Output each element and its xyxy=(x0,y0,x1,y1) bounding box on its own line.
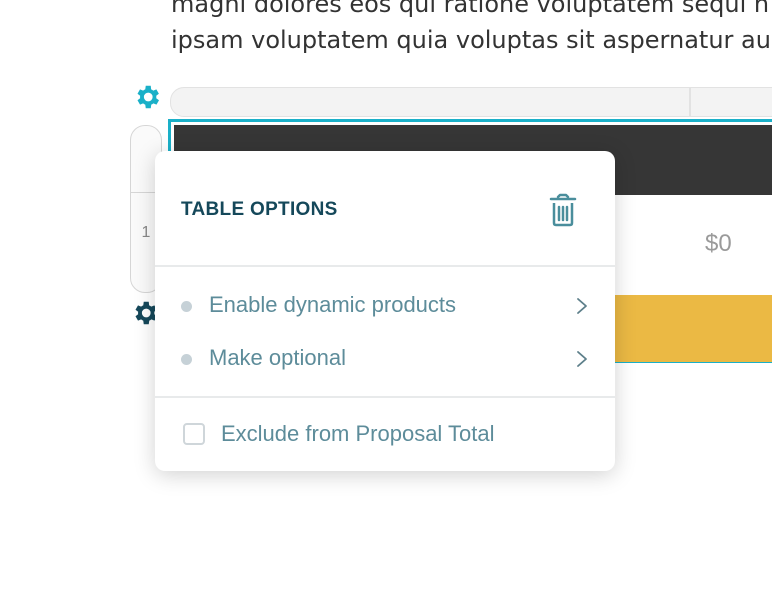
paragraph-line: magni dolores eos qui ratione voluptatem… xyxy=(171,0,770,18)
table-options-popover: TABLE OPTIONS Enable dynamic products Ma… xyxy=(155,151,615,471)
bullet-icon xyxy=(181,301,192,312)
column-header-handle[interactable] xyxy=(690,87,772,117)
exclude-checkbox[interactable] xyxy=(183,423,205,445)
popover-divider xyxy=(155,396,615,398)
trash-icon[interactable] xyxy=(548,193,578,227)
document-paragraph: magni dolores eos qui ratione voluptatem… xyxy=(171,0,772,58)
row-price: $0 xyxy=(705,230,732,257)
exclude-label: Exclude from Proposal Total xyxy=(221,421,495,446)
popover-divider xyxy=(155,265,615,267)
chevron-right-icon xyxy=(575,349,589,369)
menu-item-make-optional[interactable]: Make optional xyxy=(155,335,615,381)
menu-item-enable-dynamic-products[interactable]: Enable dynamic products xyxy=(155,282,615,328)
exclude-from-total-option[interactable]: Exclude from Proposal Total xyxy=(183,419,495,449)
chevron-right-icon xyxy=(575,296,589,316)
table-settings-gear-icon[interactable] xyxy=(132,82,162,112)
menu-item-label: Enable dynamic products xyxy=(209,292,457,317)
menu-item-label: Make optional xyxy=(209,345,346,370)
popover-title: TABLE OPTIONS xyxy=(181,199,338,220)
column-header-handle[interactable] xyxy=(170,87,690,117)
paragraph-line: ipsam voluptatem quia voluptas sit asper… xyxy=(171,26,771,54)
bullet-icon xyxy=(181,354,192,365)
